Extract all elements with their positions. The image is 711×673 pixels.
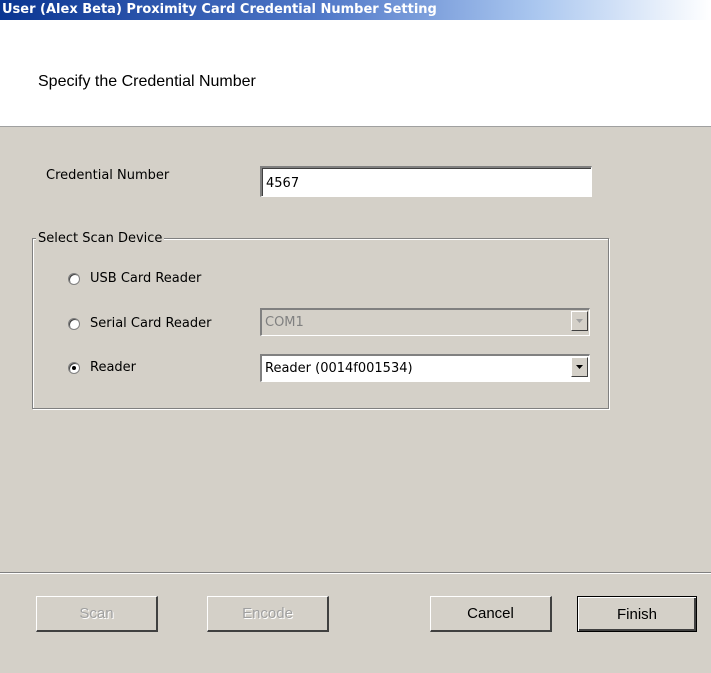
scan-button[interactable]: Scan — [36, 596, 158, 632]
reader-dropdown-button[interactable] — [571, 357, 588, 377]
window-title-bar[interactable]: User (Alex Beta) Proximity Card Credenti… — [0, 0, 711, 20]
reader-label: Reader — [90, 360, 137, 375]
serial-port-dropdown-button — [571, 311, 588, 331]
reader-select[interactable]: Reader (0014f001534) — [260, 354, 590, 382]
serial-card-reader-label: Serial Card Reader — [90, 316, 212, 331]
reader-option[interactable]: Reader — [68, 360, 136, 375]
usb-card-reader-radio[interactable] — [68, 272, 80, 285]
scan-device-group-legend: Select Scan Device — [36, 231, 165, 246]
credential-number-label: Credential Number — [46, 168, 170, 183]
window-title: User (Alex Beta) Proximity Card Credenti… — [2, 2, 437, 17]
usb-card-reader-label: USB Card Reader — [90, 271, 202, 286]
serial-card-reader-option[interactable]: Serial Card Reader — [68, 316, 211, 331]
finish-button[interactable]: Finish — [577, 596, 697, 632]
footer-separator — [0, 572, 711, 574]
usb-card-reader-option[interactable]: USB Card Reader — [68, 271, 201, 286]
chevron-down-icon — [576, 365, 583, 369]
credential-number-input[interactable]: 4567 — [260, 166, 592, 197]
encode-button[interactable]: Encode — [207, 596, 329, 632]
cancel-button[interactable]: Cancel — [430, 596, 552, 632]
chevron-down-icon — [576, 319, 583, 323]
wizard-header: Specify the Credential Number — [0, 20, 711, 127]
header-instruction: Specify the Credential Number — [38, 73, 256, 90]
serial-port-select: COM1 — [260, 308, 590, 336]
reader-value: Reader (0014f001534) — [265, 361, 413, 376]
serial-card-reader-radio[interactable] — [68, 317, 80, 330]
reader-radio[interactable] — [68, 361, 80, 374]
serial-port-value: COM1 — [265, 315, 304, 330]
